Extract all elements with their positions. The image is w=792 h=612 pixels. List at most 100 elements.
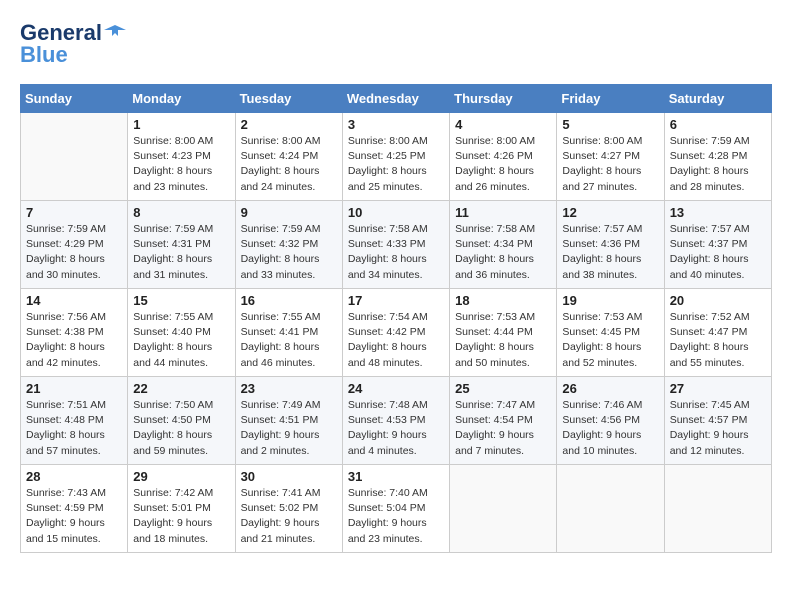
calendar-cell: 28 Sunrise: 7:43 AMSunset: 4:59 PMDayligh… [21,465,128,553]
day-info: Sunrise: 7:53 AMSunset: 4:45 PMDaylight:… [562,310,658,371]
day-info: Sunrise: 7:54 AMSunset: 4:42 PMDaylight:… [348,310,444,371]
calendar-cell: 2 Sunrise: 8:00 AMSunset: 4:24 PMDaylight… [235,113,342,201]
day-number: 19 [562,293,658,308]
day-info: Sunrise: 7:57 AMSunset: 4:36 PMDaylight:… [562,222,658,283]
day-number: 18 [455,293,551,308]
day-info: Sunrise: 8:00 AMSunset: 4:26 PMDaylight:… [455,134,551,195]
calendar-week-row: 1 Sunrise: 8:00 AMSunset: 4:23 PMDaylight… [21,113,772,201]
calendar-cell: 5Sunrise: 8:00 AMSunset: 4:27 PMDaylight… [557,113,664,201]
day-info: Sunrise: 7:51 AMSunset: 4:48 PMDaylight:… [26,398,122,459]
calendar-cell: 30 Sunrise: 7:41 AMSunset: 5:02 PMDayligh… [235,465,342,553]
calendar-cell: 22 Sunrise: 7:50 AMSunset: 4:50 PMDayligh… [128,377,235,465]
calendar-cell: 4Sunrise: 8:00 AMSunset: 4:26 PMDaylight… [450,113,557,201]
day-number: 12 [562,205,658,220]
day-info: Sunrise: 7:59 AMSunset: 4:29 PMDaylight:… [26,222,122,283]
calendar-day-header: Sunday [21,85,128,113]
calendar-cell: 10 Sunrise: 7:58 AMSunset: 4:33 PMDayligh… [342,201,449,289]
calendar-cell: 11Sunrise: 7:58 AMSunset: 4:34 PMDayligh… [450,201,557,289]
calendar-cell: 6 Sunrise: 7:59 AMSunset: 4:28 PMDaylight… [664,113,771,201]
calendar-day-header: Wednesday [342,85,449,113]
day-number: 2 [241,117,337,132]
day-number: 26 [562,381,658,396]
day-number: 29 [133,469,229,484]
calendar-cell: 31 Sunrise: 7:40 AMSunset: 5:04 PMDayligh… [342,465,449,553]
header: General Blue [20,20,772,68]
calendar-cell: 13Sunrise: 7:57 AMSunset: 4:37 PMDayligh… [664,201,771,289]
logo-bird-icon [104,22,126,44]
calendar-cell [450,465,557,553]
calendar-cell: 9 Sunrise: 7:59 AMSunset: 4:32 PMDaylight… [235,201,342,289]
calendar-week-row: 28 Sunrise: 7:43 AMSunset: 4:59 PMDayligh… [21,465,772,553]
day-info: Sunrise: 7:59 AMSunset: 4:32 PMDaylight:… [241,222,337,283]
day-info: Sunrise: 7:41 AMSunset: 5:02 PMDaylight:… [241,486,337,547]
day-number: 22 [133,381,229,396]
day-number: 16 [241,293,337,308]
day-number: 1 [133,117,229,132]
calendar-cell: 23Sunrise: 7:49 AMSunset: 4:51 PMDayligh… [235,377,342,465]
day-number: 5 [562,117,658,132]
calendar-day-header: Tuesday [235,85,342,113]
logo-blue: Blue [20,42,68,68]
calendar-table: SundayMondayTuesdayWednesdayThursdayFrid… [20,84,772,553]
calendar-week-row: 21 Sunrise: 7:51 AMSunset: 4:48 PMDayligh… [21,377,772,465]
day-info: Sunrise: 8:00 AMSunset: 4:23 PMDaylight:… [133,134,229,195]
day-number: 9 [241,205,337,220]
day-info: Sunrise: 7:52 AMSunset: 4:47 PMDaylight:… [670,310,766,371]
day-number: 13 [670,205,766,220]
day-number: 3 [348,117,444,132]
day-number: 15 [133,293,229,308]
day-info: Sunrise: 7:59 AMSunset: 4:28 PMDaylight:… [670,134,766,195]
day-info: Sunrise: 7:40 AMSunset: 5:04 PMDaylight:… [348,486,444,547]
day-info: Sunrise: 8:00 AMSunset: 4:24 PMDaylight:… [241,134,337,195]
day-info: Sunrise: 7:45 AMSunset: 4:57 PMDaylight:… [670,398,766,459]
day-number: 28 [26,469,122,484]
day-number: 6 [670,117,766,132]
day-info: Sunrise: 7:58 AMSunset: 4:33 PMDaylight:… [348,222,444,283]
calendar-cell: 1 Sunrise: 8:00 AMSunset: 4:23 PMDaylight… [128,113,235,201]
calendar-header: SundayMondayTuesdayWednesdayThursdayFrid… [21,85,772,113]
calendar-cell: 27 Sunrise: 7:45 AMSunset: 4:57 PMDayligh… [664,377,771,465]
calendar-day-header: Monday [128,85,235,113]
day-number: 25 [455,381,551,396]
day-info: Sunrise: 7:56 AMSunset: 4:38 PMDaylight:… [26,310,122,371]
calendar-cell: 16 Sunrise: 7:55 AMSunset: 4:41 PMDayligh… [235,289,342,377]
calendar-cell: 18 Sunrise: 7:53 AMSunset: 4:44 PMDayligh… [450,289,557,377]
calendar-cell: 14 Sunrise: 7:56 AMSunset: 4:38 PMDayligh… [21,289,128,377]
day-info: Sunrise: 7:49 AMSunset: 4:51 PMDaylight:… [241,398,337,459]
day-info: Sunrise: 7:55 AMSunset: 4:40 PMDaylight:… [133,310,229,371]
day-number: 14 [26,293,122,308]
calendar-cell: 8Sunrise: 7:59 AMSunset: 4:31 PMDaylight… [128,201,235,289]
calendar-cell [21,113,128,201]
calendar-cell [664,465,771,553]
calendar-day-header: Thursday [450,85,557,113]
calendar-cell: 19 Sunrise: 7:53 AMSunset: 4:45 PMDayligh… [557,289,664,377]
day-info: Sunrise: 7:42 AMSunset: 5:01 PMDaylight:… [133,486,229,547]
day-number: 10 [348,205,444,220]
calendar-cell: 26 Sunrise: 7:46 AMSunset: 4:56 PMDayligh… [557,377,664,465]
day-info: Sunrise: 7:46 AMSunset: 4:56 PMDaylight:… [562,398,658,459]
day-number: 24 [348,381,444,396]
calendar-cell: 17Sunrise: 7:54 AMSunset: 4:42 PMDayligh… [342,289,449,377]
calendar-cell: 20Sunrise: 7:52 AMSunset: 4:47 PMDayligh… [664,289,771,377]
day-number: 31 [348,469,444,484]
day-number: 27 [670,381,766,396]
calendar-cell: 21 Sunrise: 7:51 AMSunset: 4:48 PMDayligh… [21,377,128,465]
day-info: Sunrise: 7:47 AMSunset: 4:54 PMDaylight:… [455,398,551,459]
day-info: Sunrise: 7:43 AMSunset: 4:59 PMDaylight:… [26,486,122,547]
day-info: Sunrise: 7:53 AMSunset: 4:44 PMDaylight:… [455,310,551,371]
day-info: Sunrise: 7:48 AMSunset: 4:53 PMDaylight:… [348,398,444,459]
calendar-week-row: 14 Sunrise: 7:56 AMSunset: 4:38 PMDayligh… [21,289,772,377]
calendar-cell: 12 Sunrise: 7:57 AMSunset: 4:36 PMDayligh… [557,201,664,289]
day-number: 30 [241,469,337,484]
calendar-cell: 7Sunrise: 7:59 AMSunset: 4:29 PMDaylight… [21,201,128,289]
day-number: 11 [455,205,551,220]
day-info: Sunrise: 7:55 AMSunset: 4:41 PMDaylight:… [241,310,337,371]
day-info: Sunrise: 7:50 AMSunset: 4:50 PMDaylight:… [133,398,229,459]
calendar-day-header: Friday [557,85,664,113]
calendar-cell: 24 Sunrise: 7:48 AMSunset: 4:53 PMDayligh… [342,377,449,465]
calendar-cell: 3Sunrise: 8:00 AMSunset: 4:25 PMDaylight… [342,113,449,201]
calendar-cell: 15 Sunrise: 7:55 AMSunset: 4:40 PMDayligh… [128,289,235,377]
day-number: 21 [26,381,122,396]
calendar-cell [557,465,664,553]
day-number: 8 [133,205,229,220]
